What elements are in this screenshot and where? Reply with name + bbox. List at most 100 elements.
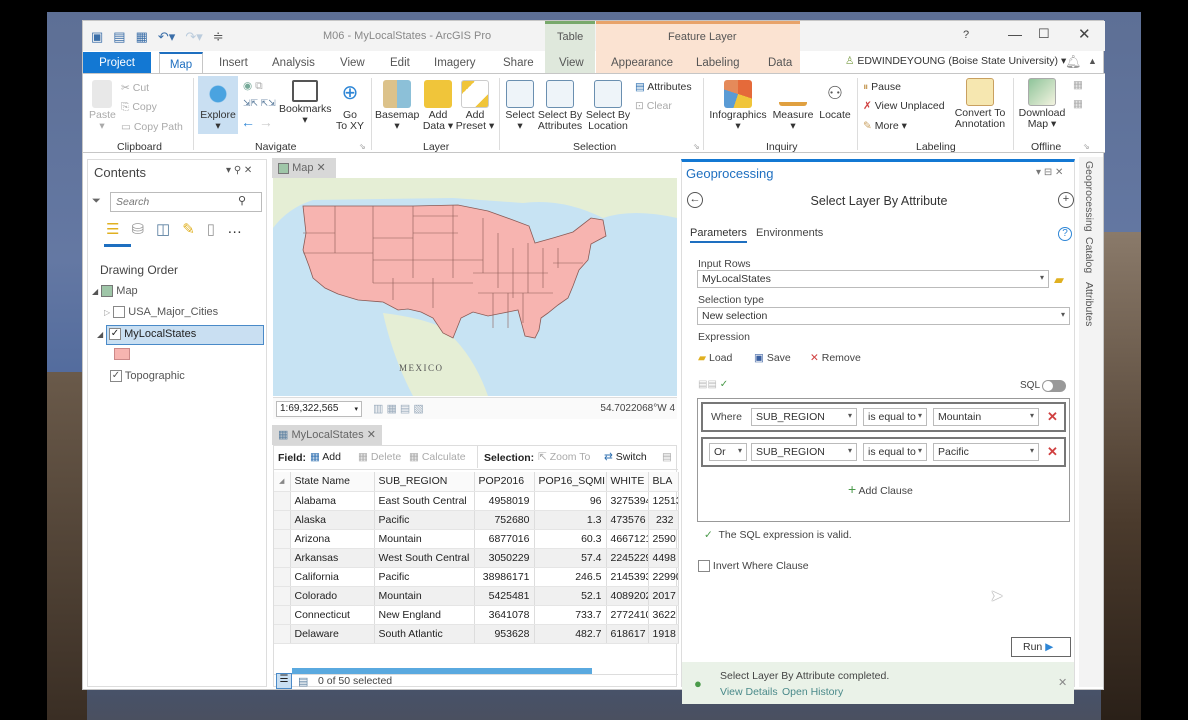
table-cell[interactable]: Alaska [290, 510, 375, 530]
copy-path-button[interactable]: ▭ Copy Path [121, 121, 183, 133]
table-cell[interactable]: 482.7 [534, 624, 607, 644]
measure-button[interactable]: Measure ▾ [769, 80, 817, 132]
operator-dropdown[interactable]: is equal to ▾ [863, 408, 927, 426]
side-tab-attributes[interactable]: Attributes [1083, 282, 1095, 326]
expand-icon[interactable]: ▷ [104, 308, 110, 317]
explore-button[interactable]: Explore ▾ [198, 76, 238, 134]
maximize-button[interactable]: ☐ [1038, 26, 1050, 42]
connector-dropdown[interactable]: Or ▾ [709, 443, 747, 461]
column-header[interactable]: POP16_SQMI [534, 472, 607, 492]
table-cell[interactable]: 2772410 [606, 605, 649, 625]
attributes-button[interactable]: ▤ Attributes [635, 81, 692, 93]
remove-clause-button[interactable]: ✕ [1047, 444, 1058, 460]
table-cell[interactable]: 232 [648, 510, 679, 530]
table-cell[interactable]: 3275394 [606, 491, 649, 511]
run-button[interactable]: Run ▶ [1011, 637, 1071, 657]
more-labeling-button[interactable]: ✎ More ▾ [863, 120, 907, 132]
layer-visibility-checkbox[interactable]: ✓ [109, 328, 121, 341]
table-cell[interactable]: 618617 [606, 624, 649, 644]
table-cell[interactable]: Delaware [290, 624, 375, 644]
user-account-menu[interactable]: ♙ EDWINDEYOUNG (Boise State University) … [845, 55, 1066, 67]
field-dropdown[interactable]: SUB_REGION ▾ [751, 443, 857, 461]
invert-checkbox[interactable] [698, 560, 710, 573]
list-by-editing-icon[interactable]: ✎ [182, 220, 195, 238]
table-cell[interactable]: 5425481 [474, 586, 535, 606]
map-status-tools[interactable]: ▥ ▦ ▤ ▧ [373, 402, 424, 415]
table-cell[interactable]: 12513 [648, 491, 679, 511]
table-cell[interactable]: Alabama [290, 491, 375, 511]
fixed-zoom-icons[interactable]: ⇲⇱ ⇱⇲ [243, 98, 276, 109]
table-cell[interactable]: Colorado [290, 586, 375, 606]
table-row[interactable]: Alabama East South Central 4958019 96 327539… [274, 491, 679, 511]
full-extent-icon[interactable]: ◉ ⧉ [243, 80, 263, 93]
pin-icon[interactable]: ⊟ [1044, 167, 1052, 178]
filter-icon[interactable]: ⏷ [92, 195, 101, 208]
table-cell[interactable]: 2590 [648, 529, 679, 549]
table-row[interactable]: Alaska Pacific 752680 1.3 473576 232 [274, 510, 679, 530]
tab-share[interactable]: Share [495, 52, 542, 74]
show-all-records-icon[interactable]: ☰ [276, 673, 292, 689]
table-row[interactable]: CaliforniaPacific38986171246.52145393422… [274, 567, 679, 587]
redo-icon[interactable]: ↷▾ [185, 29, 202, 45]
layer-mylocalstates[interactable]: ◢ ✓ MyLocalStates [97, 325, 264, 345]
save-expression-button[interactable]: ▣ Save [754, 352, 791, 364]
map-canvas[interactable]: MEXICO [273, 178, 677, 396]
table-cell[interactable]: 21453934 [606, 567, 649, 587]
value-dropdown[interactable]: Mountain ▾ [933, 408, 1039, 426]
open-history-link[interactable]: Open History [782, 686, 843, 698]
table-cell[interactable]: 4498 [648, 548, 679, 568]
collapse-ribbon-icon[interactable]: ▲ [1088, 56, 1097, 66]
value-dropdown[interactable]: Pacific ▾ [933, 443, 1039, 461]
layer-visibility-checkbox[interactable]: ✓ [110, 370, 122, 383]
table-row[interactable]: Arizona Mountain 6877016 60.3 4667121 2590 [274, 529, 679, 549]
add-preset-button[interactable]: Add Preset ▾ [455, 80, 495, 132]
table-cell[interactable]: 22990 [648, 567, 679, 587]
close-pane-icon[interactable]: ✕ [244, 165, 252, 176]
pane-menu-icon[interactable]: ▾ [1036, 167, 1041, 178]
usa-states[interactable] [302, 204, 607, 339]
tab-attribute-table[interactable]: ▦ MyLocalStates ✕ [272, 425, 382, 445]
dismiss-message-button[interactable]: ✕ [1058, 676, 1067, 689]
remove-offline-icon[interactable]: ▦ [1073, 98, 1083, 110]
table-cell[interactable]: 733.7 [534, 605, 607, 625]
table-cell[interactable]: 1.3 [534, 510, 607, 530]
sync-icon[interactable]: ▦ [1073, 79, 1083, 91]
table-cell[interactable]: 953628 [474, 624, 535, 644]
close-tab-icon[interactable]: ✕ [367, 429, 376, 441]
close-tab-icon[interactable]: ✕ [317, 162, 326, 174]
delete-field-button[interactable]: ▦ Delete [358, 451, 401, 463]
row-selector[interactable] [274, 548, 291, 568]
table-cell[interactable]: Arkansas [290, 548, 375, 568]
tab-edit[interactable]: Edit [382, 52, 418, 74]
tab-labeling[interactable]: Labeling [688, 52, 747, 74]
field-dropdown[interactable]: SUB_REGION ▾ [751, 408, 857, 426]
add-data-button[interactable]: Add Data ▾ [421, 80, 455, 132]
new-project-icon[interactable]: ▣ [91, 29, 103, 45]
select-button[interactable]: Select ▾ [503, 80, 537, 132]
column-header[interactable]: SUB_REGION [374, 472, 475, 492]
row-selector[interactable] [274, 529, 291, 549]
bookmarks-button[interactable]: Bookmarks ▾ [279, 80, 332, 126]
calculate-field-button[interactable]: ▦ Calculate [409, 451, 466, 463]
table-row[interactable]: Delaware South Atlantic 953628 482.7 618617 1… [274, 624, 679, 644]
navigate-launcher-icon[interactable]: ⇘ [359, 142, 366, 151]
table-row[interactable]: Arkansas West South Central 3050229 57.4 224… [274, 548, 679, 568]
clear-selection-table-icon[interactable]: ▤ [662, 451, 672, 463]
download-map-button[interactable]: Download Map ▾ [1017, 78, 1067, 130]
load-expression-button[interactable]: ▰ Load [698, 352, 732, 364]
table-row[interactable]: Colorado Mountain 5425481 52.1 4089202 2017 [274, 586, 679, 606]
tab-analysis[interactable]: Analysis [264, 52, 323, 74]
cut-button[interactable]: ✂ Cut [121, 82, 149, 94]
previous-extent-icon[interactable]: ← → [241, 114, 273, 130]
tab-table-view[interactable]: View [551, 52, 592, 74]
table-cell[interactable]: Pacific [374, 567, 475, 587]
add-clause-button[interactable]: + Add Clause [848, 481, 913, 497]
row-selector[interactable] [274, 605, 291, 625]
input-rows-dropdown[interactable]: MyLocalStates ▾ [697, 270, 1049, 288]
table-cell[interactable]: 3050229 [474, 548, 535, 568]
side-tab-geoprocessing[interactable]: Geoprocessing [1083, 161, 1095, 232]
remove-clause-button[interactable]: ✕ [1047, 409, 1058, 425]
operator-dropdown[interactable]: is equal to ▾ [863, 443, 927, 461]
table-cell[interactable]: 57.4 [534, 548, 607, 568]
layer-symbol-swatch[interactable] [114, 348, 130, 360]
